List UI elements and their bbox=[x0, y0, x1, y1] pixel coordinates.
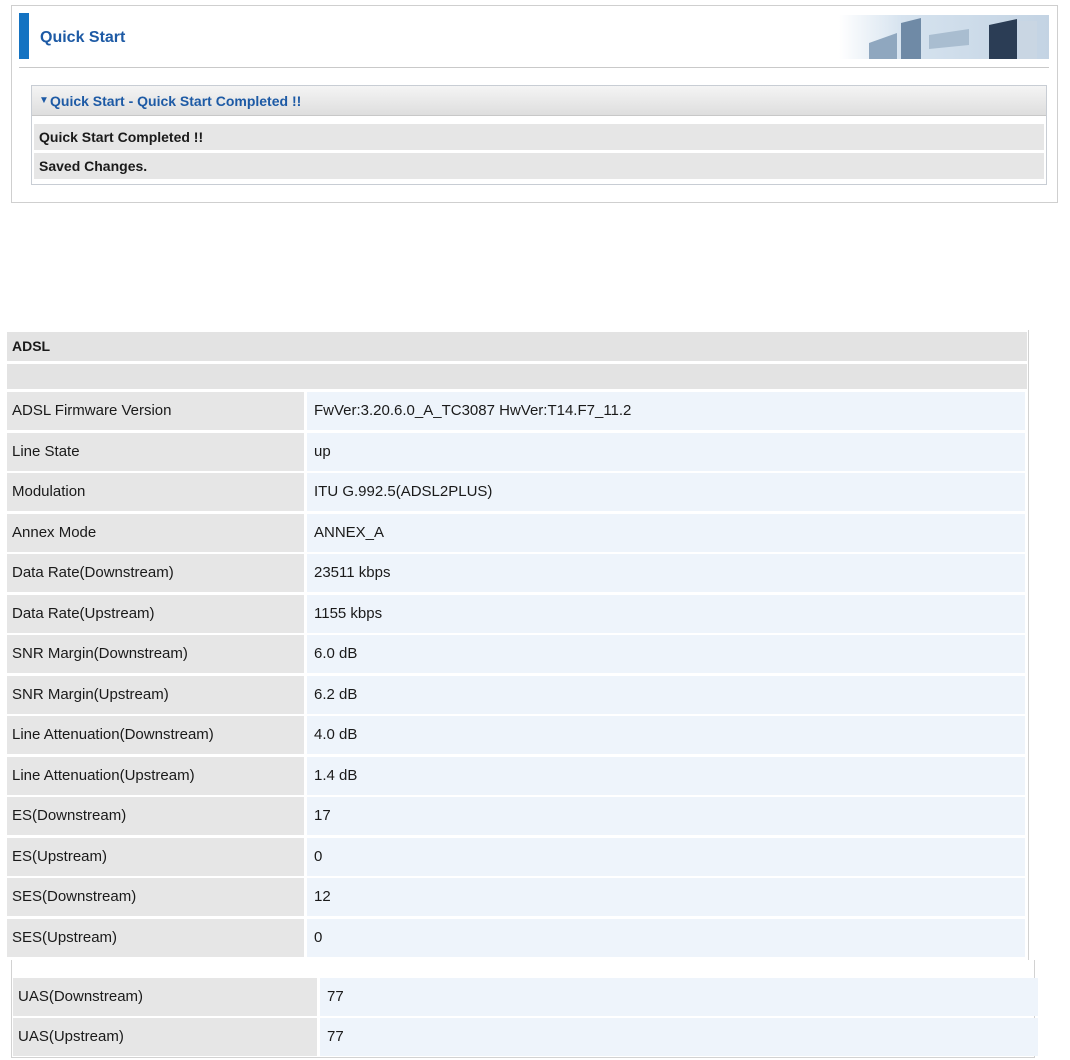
table-border bbox=[1028, 330, 1029, 960]
table-row: UAS(Upstream) 77 bbox=[13, 1018, 1038, 1056]
page-title: Quick Start bbox=[40, 29, 126, 46]
table-row: ES(Downstream) 17 bbox=[7, 797, 1025, 835]
row-value: 23511 kbps bbox=[307, 554, 1025, 592]
header-accent-bar bbox=[19, 13, 29, 59]
table-row: Annex Mode ANNEX_A bbox=[7, 514, 1025, 552]
row-value: 77 bbox=[320, 978, 1038, 1016]
row-label: Modulation bbox=[7, 473, 304, 511]
row-label: SES(Upstream) bbox=[7, 919, 304, 957]
table-row: SNR Margin(Upstream) 6.2 dB bbox=[7, 676, 1025, 714]
quick-start-header: Quick Start bbox=[19, 13, 1049, 59]
row-value: 0 bbox=[307, 919, 1025, 957]
row-label: ADSL Firmware Version bbox=[7, 392, 304, 430]
table-row: Line Attenuation(Downstream) 4.0 dB bbox=[7, 716, 1025, 754]
table-row: Modulation ITU G.992.5(ADSL2PLUS) bbox=[7, 473, 1025, 511]
table-row: Data Rate(Downstream) 23511 kbps bbox=[7, 554, 1025, 592]
row-label: UAS(Downstream) bbox=[13, 978, 317, 1016]
table-row: SES(Downstream) 12 bbox=[7, 878, 1025, 916]
table-row: SNR Margin(Downstream) 6.0 dB bbox=[7, 635, 1025, 673]
status-box-title: Quick Start - Quick Start Completed !! bbox=[50, 93, 302, 109]
row-value: ITU G.992.5(ADSL2PLUS) bbox=[307, 473, 1025, 511]
table-row: UAS(Downstream) 77 bbox=[13, 978, 1038, 1016]
row-label: SNR Margin(Upstream) bbox=[7, 676, 304, 714]
row-label: SES(Downstream) bbox=[7, 878, 304, 916]
quick-start-panel: Quick Start ▼ Quick Start - Quick Start … bbox=[11, 5, 1058, 203]
row-value: 4.0 dB bbox=[307, 716, 1025, 754]
row-value: ANNEX_A bbox=[307, 514, 1025, 552]
row-value: 1.4 dB bbox=[307, 757, 1025, 795]
row-label: ES(Upstream) bbox=[7, 838, 304, 876]
status-row: Saved Changes. bbox=[34, 153, 1044, 179]
collapse-triangle-icon[interactable]: ▼ bbox=[39, 95, 49, 106]
row-value: 6.2 dB bbox=[307, 676, 1025, 714]
adsl-spacer-row bbox=[7, 364, 1027, 389]
table-row: ES(Upstream) 0 bbox=[7, 838, 1025, 876]
table-row: Data Rate(Upstream) 1155 kbps bbox=[7, 595, 1025, 633]
row-label: Line Attenuation(Upstream) bbox=[7, 757, 304, 795]
row-label: Data Rate(Upstream) bbox=[7, 595, 304, 633]
table-row: Line State up bbox=[7, 433, 1025, 471]
adsl-section-title: ADSL bbox=[7, 332, 1027, 361]
quick-start-status-box: ▼ Quick Start - Quick Start Completed !!… bbox=[31, 85, 1047, 185]
row-label: Line State bbox=[7, 433, 304, 471]
row-value: 0 bbox=[307, 838, 1025, 876]
header-divider bbox=[19, 67, 1049, 68]
row-value: 6.0 dB bbox=[307, 635, 1025, 673]
row-value: up bbox=[307, 433, 1025, 471]
row-label: Line Attenuation(Downstream) bbox=[7, 716, 304, 754]
row-value: 1155 kbps bbox=[307, 595, 1025, 633]
status-box-header[interactable]: ▼ Quick Start - Quick Start Completed !! bbox=[32, 86, 1046, 116]
row-value: 77 bbox=[320, 1018, 1038, 1056]
table-row: ADSL Firmware Version FwVer:3.20.6.0_A_TC… bbox=[7, 392, 1025, 430]
computer-banner-icon bbox=[839, 15, 1049, 59]
row-label: ES(Downstream) bbox=[7, 797, 304, 835]
row-value: 12 bbox=[307, 878, 1025, 916]
table-row: Line Attenuation(Upstream) 1.4 dB bbox=[7, 757, 1025, 795]
row-value: 17 bbox=[307, 797, 1025, 835]
row-label: Data Rate(Downstream) bbox=[7, 554, 304, 592]
row-label: Annex Mode bbox=[7, 514, 304, 552]
status-row: Quick Start Completed !! bbox=[34, 124, 1044, 150]
row-label: UAS(Upstream) bbox=[13, 1018, 317, 1056]
row-label: SNR Margin(Downstream) bbox=[7, 635, 304, 673]
row-value: FwVer:3.20.6.0_A_TC3087 HwVer:T14.F7_11.… bbox=[307, 392, 1025, 430]
table-row: SES(Upstream) 0 bbox=[7, 919, 1025, 957]
